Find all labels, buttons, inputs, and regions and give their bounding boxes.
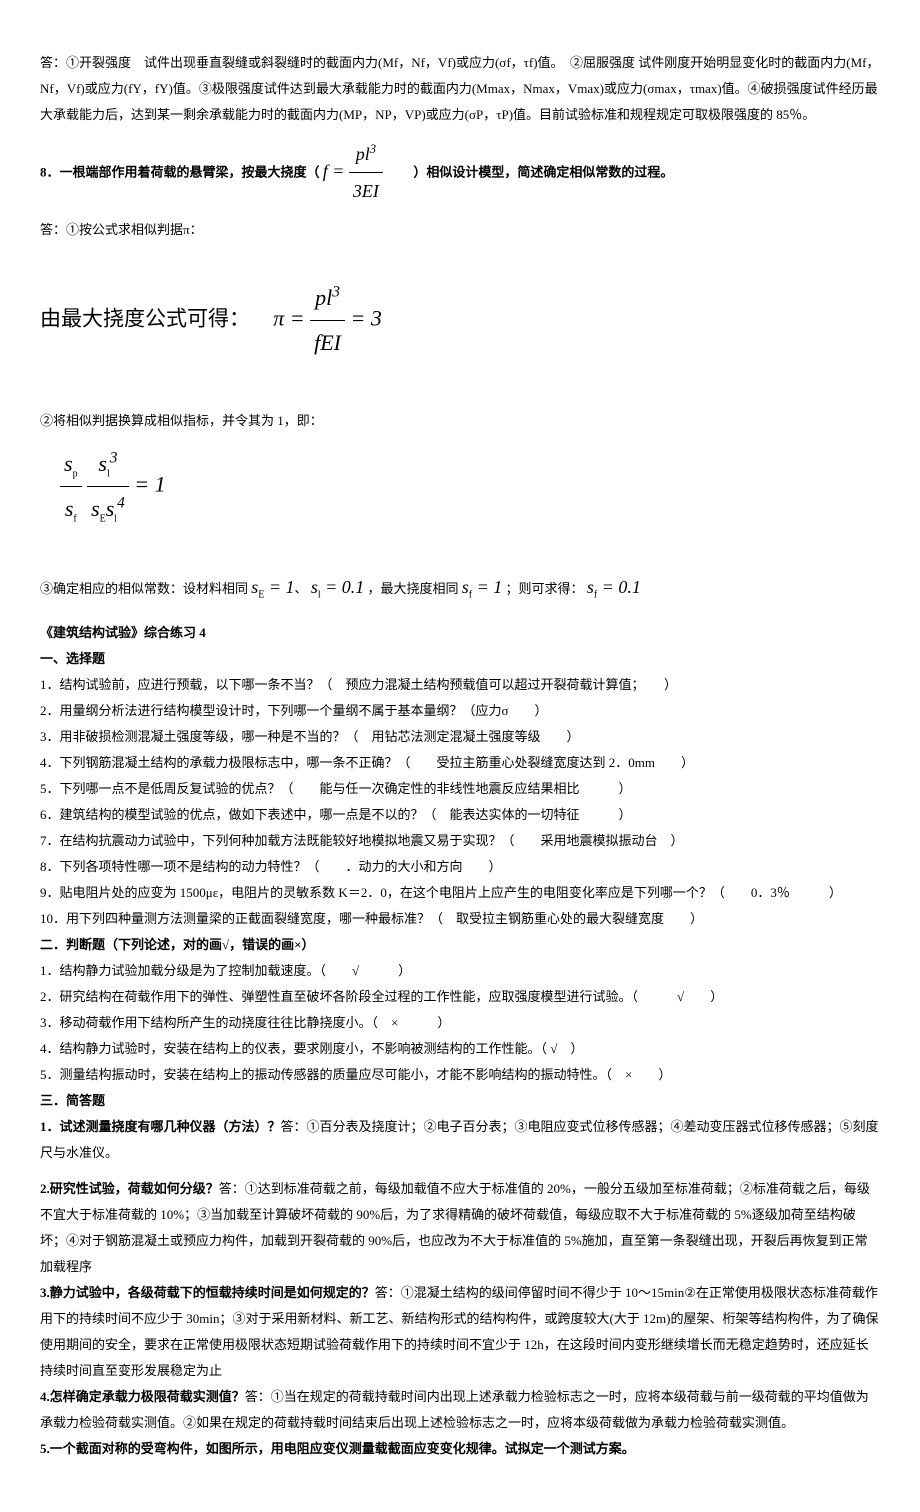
- sec3-q2-t: 2.研究性试验，荷载如何分级？: [40, 1181, 219, 1196]
- sec2-q4: 4．结构静力试验时，安装在结构上的仪表，要求刚度小，不影响被测结构的工作性能。（…: [40, 1036, 880, 1062]
- q8-formula: f = pl33EI: [323, 161, 388, 181]
- a8-formula-3: spsf sl3sEsl4 = 1: [60, 442, 166, 531]
- a8-step5-mid1: ，最大挠度相同: [368, 581, 459, 596]
- sec2-q5: 5．测量结构振动时，安装在结构上的振动传感器的质量应尽可能小，才能不影响结构的振…: [40, 1062, 880, 1088]
- sec1-q3: 3．用非破损检测混凝土强度等级，哪一种是不当的？（ 用钻芯法测定混凝土强度等级 …: [40, 724, 880, 750]
- a8-step5-mid2: ；则可求得：: [506, 581, 584, 596]
- a8-sf-e: sE = 1: [251, 577, 294, 597]
- sec2-title: 二．判断题（下列论述，对的画√，错误的画×）: [40, 932, 880, 958]
- sec2-q1: 1．结构静力试验加载分级是为了控制加载速度。（ √ ）: [40, 958, 880, 984]
- sec1-q10: 10．用下列四种量测方法测量梁的正截面裂缝宽度，哪一种最标准？（ 取受拉主钢筋重…: [40, 906, 880, 932]
- sec1-q5: 5．下列哪一点不是低周反复试验的优点？（ 能与任一次确定性的非线性地震反应结果相…: [40, 776, 880, 802]
- a8-step5-pre: ③确定相应的相似常数：设材料相同: [40, 581, 248, 596]
- a8-sf-f2: sf = 0.1: [587, 577, 641, 597]
- sec1-q6: 6．建筑结构的模型试验的优点，做如下表述中，哪一点是不以的？（ 能表达实体的一切…: [40, 802, 880, 828]
- q8-text-pre: 8．一根端部作用着荷载的悬臂梁，按最大挠度（: [40, 165, 320, 180]
- sec1-q1: 1．结构试验前，应进行预载，以下哪一条不当？（ 预应力混凝土结构预载值可以超过开…: [40, 672, 880, 698]
- a8-formula-2: π = pl3fEI = 3: [273, 276, 382, 365]
- sec3-q5-t: 5.一个截面对称的受弯构件，如图所示，用电阻应变仪测量载截面应变变化规律。试拟定…: [40, 1436, 880, 1462]
- sec1-q8: 8．下列各项特性哪一项不是结构的动力特性？（ ．动力的大小和方向 ）: [40, 854, 880, 880]
- a8-step2-pre: 由最大挠度公式可得：: [40, 307, 250, 331]
- sec2-q2: 2．研究结构在荷载作用下的弹性、弹塑性直至破坏各阶段全过程的工作性能，应取强度模…: [40, 984, 880, 1010]
- sec2-q3: 3．移动荷载作用下结构所产生的动挠度往往比静挠度小。（ × ）: [40, 1010, 880, 1036]
- q8-text-post: ）相似设计模型，简述确定相似常数的过程。: [387, 165, 673, 180]
- sec1-q4: 4．下列钢筋混凝土结构的承载力极限标志中，哪一条不正确？（ 受拉主筋重心处裂缝宽…: [40, 750, 880, 776]
- sec3-title: 三．简答题: [40, 1088, 880, 1114]
- sec3-q4-t: 4.怎样确定承载力极限荷载实测值？: [40, 1389, 245, 1404]
- sec3-q3-t: 3.静力试验中，各级荷载下的恒载持续时间是如何规定的？: [40, 1285, 375, 1300]
- sec1-q7: 7．在结构抗震动力试验中，下列何种加载方法既能较好地模拟地震又易于实现？（ 采用…: [40, 828, 880, 854]
- a8-step3: ②将相似判据换算成相似指标，并令其为 1，即：: [40, 408, 880, 434]
- sec1-q9: 9．贴电阻片处的应变为 1500με，电阻片的灵敏系数 K＝2．0，在这个电阻片…: [40, 880, 880, 906]
- sec1-title: 一、选择题: [40, 646, 880, 672]
- a8-step1: 答：①按公式求相似判据π：: [40, 217, 880, 243]
- header-4: 《建筑结构试验》综合练习 4: [40, 620, 880, 646]
- sec3-q1-t: 1．试述测量挠度有哪几种仪器（方法）？: [40, 1119, 281, 1134]
- answer-para-1: 答：①开裂强度 试件出现垂直裂缝或斜裂缝时的截面内力(Mf，Nf，Vf)或应力(…: [40, 50, 880, 128]
- a8-sf-f1: sf = 1: [462, 577, 503, 597]
- sec1-q2: 2．用量纲分析法进行结构模型设计时，下列哪一个量纲不属于基本量纲？（应力σ ）: [40, 698, 880, 724]
- a8-sf-l: sl = 0.1: [311, 577, 364, 597]
